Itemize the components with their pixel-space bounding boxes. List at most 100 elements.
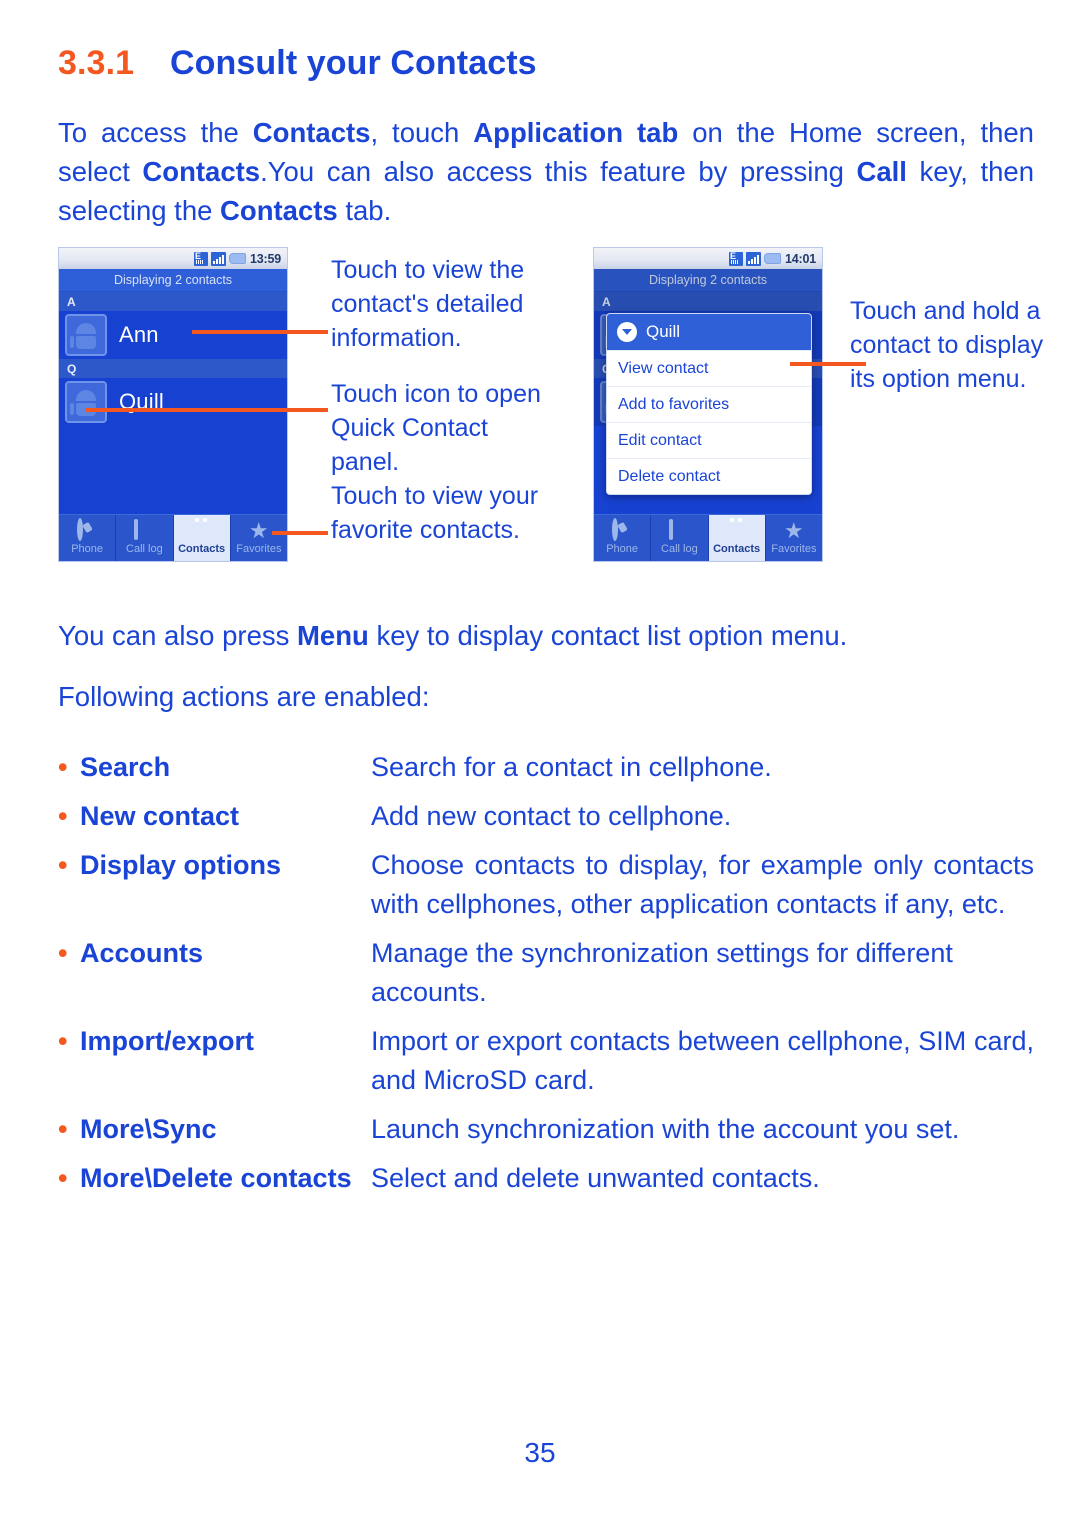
list-item: • More\Delete contacts Select and delete … (58, 1159, 1034, 1198)
action-description: Search for a contact in cellphone. (371, 752, 772, 782)
actions-list: • Search Search for a contact in cellphon… (58, 748, 1034, 1208)
callout-text-detail: Touch to view the contact's detailed inf… (331, 256, 525, 352)
tab-call-log[interactable]: Call log (116, 515, 174, 561)
phone-body: Displaying 2 contacts A Ann Q Quill Phon… (59, 269, 287, 561)
bullet-icon: • (58, 850, 68, 880)
tab-label: Phone (71, 543, 104, 555)
action-term: • New contact (58, 797, 371, 836)
intro-bold-contacts-1: Contacts (252, 117, 371, 148)
tab-label: Contacts (713, 543, 761, 555)
menu-para-bold: Menu (297, 620, 369, 651)
intro-text-4: .You can also access this feature by pre… (260, 156, 857, 187)
star-icon: ★ (248, 518, 269, 543)
menu-key-paragraph: You can also press Menu key to display c… (58, 616, 1034, 655)
status-icons (194, 251, 247, 266)
action-term: • Display options (58, 846, 371, 885)
menu-item-add-to-favorites[interactable]: Add to favorites (607, 386, 811, 422)
status-icons (729, 251, 782, 266)
intro-bold-contacts-2: Contacts (142, 156, 261, 187)
tab-contacts[interactable]: Contacts (173, 515, 231, 561)
action-term: • Import/export (58, 1022, 371, 1061)
status-bar: 14:01 (594, 248, 822, 269)
intro-text-6: tab. (337, 195, 392, 226)
bullet-icon: • (58, 801, 68, 831)
bullet-icon: • (58, 938, 68, 968)
action-description: Select and delete unwanted contacts. (371, 1163, 820, 1193)
action-description: Add new contact to cellphone. (371, 801, 732, 831)
contact-name: Ann (119, 322, 159, 347)
section-title: Consult your Contacts (170, 44, 537, 82)
menu-item-delete-contact[interactable]: Delete contact (607, 458, 811, 494)
option-menu-contact-name: Quill (646, 322, 681, 341)
battery-icon (229, 253, 247, 264)
tab-label: Favorites (771, 543, 817, 555)
tab-phone[interactable]: Phone (59, 515, 117, 561)
contact-option-menu: Quill View contact Add to favorites Edit… (606, 313, 812, 495)
contacts-count-title: Displaying 2 contacts (59, 269, 287, 292)
action-description: Choose contacts to display, for example … (371, 850, 1034, 919)
page-number: 35 (524, 1437, 556, 1468)
action-term: • More\Delete contacts (58, 1159, 371, 1198)
tab-label: Phone (606, 543, 639, 555)
page-title: 3.3.1 Consult your Contacts (58, 44, 537, 83)
tab-phone[interactable]: Phone (594, 515, 652, 561)
contact-list-item-quill[interactable]: Quill (59, 378, 287, 426)
contact-avatar-icon[interactable] (65, 314, 107, 356)
list-item: • New contact Add new contact to cellphon… (58, 797, 1034, 836)
tab-label: Contacts (178, 543, 226, 555)
action-term: • Accounts (58, 934, 371, 973)
phone-handset-icon (77, 518, 97, 541)
list-item: • Search Search for a contact in cellphon… (58, 748, 1034, 787)
phone-body: Displaying 2 contacts A Ann Q Quill Phon… (594, 269, 822, 561)
call-log-icon (134, 519, 154, 541)
tab-label: Favorites (236, 543, 282, 555)
phone-screenshot-option-menu: 14:01 Displaying 2 contacts A Ann Q Quil… (593, 247, 823, 562)
phone-screenshot-contact-list: 13:59 Displaying 2 contacts A Ann Q Quil… (58, 247, 288, 562)
bottom-tab-bar: Phone Call log Contacts ★ Favorites (59, 514, 287, 561)
status-clock: 13:59 (250, 251, 281, 266)
bullet-icon: • (58, 1026, 68, 1056)
quick-contact-chevron-icon[interactable] (617, 322, 637, 342)
bullet-icon: • (58, 1163, 68, 1193)
contacts-icon (192, 521, 212, 541)
menu-item-edit-contact[interactable]: Edit contact (607, 422, 811, 458)
tab-favorites[interactable]: ★ Favorites (766, 515, 822, 561)
star-icon: ★ (783, 518, 804, 543)
alpha-header-q: Q (59, 359, 287, 378)
signal-bars-icon (211, 251, 227, 266)
list-item: • Display options Choose contacts to disp… (58, 846, 1034, 924)
section-number: 3.3.1 (58, 44, 135, 82)
contact-list-empty-area (59, 426, 287, 514)
alpha-header-a: A (594, 292, 822, 311)
call-log-icon (669, 519, 689, 541)
intro-text-2: , touch (370, 117, 474, 148)
list-item: • Import/export Import or export contacts… (58, 1022, 1034, 1100)
callout-text-favorites: Touch to view your favorite contacts. (331, 482, 539, 544)
callout-line-detail (192, 330, 328, 334)
callout-line-quickcontact (85, 408, 328, 412)
bullet-icon: • (58, 1114, 68, 1144)
callout-text-quickcontact: Touch icon to open Quick Contact panel. (331, 380, 541, 476)
status-bar: 13:59 (59, 248, 287, 269)
edge-data-icon (194, 251, 209, 266)
contacts-count-title: Displaying 2 contacts (594, 269, 822, 292)
action-description: Launch synchronization with the account … (371, 1114, 960, 1144)
contact-avatar-icon[interactable] (65, 381, 107, 423)
intro-paragraph: To access the Contacts, touch Applicatio… (58, 113, 1034, 230)
intro-bold-contacts-3: Contacts (220, 195, 338, 226)
signal-bars-icon (746, 251, 762, 266)
bullet-icon: • (58, 752, 68, 782)
action-description: Import or export contacts between cellph… (371, 1026, 1034, 1095)
battery-icon (764, 253, 782, 264)
list-item: • More\Sync Launch synchronization with t… (58, 1110, 1034, 1149)
menu-item-view-contact[interactable]: View contact (607, 350, 811, 386)
tab-contacts[interactable]: Contacts (708, 515, 766, 561)
status-clock: 14:01 (785, 251, 816, 266)
tab-label: Call log (661, 543, 698, 555)
action-description: Manage the synchronization settings for … (371, 938, 953, 1007)
tab-call-log[interactable]: Call log (651, 515, 709, 561)
bottom-tab-bar: Phone Call log Contacts ★ Favorites (594, 514, 822, 561)
tab-favorites[interactable]: ★ Favorites (231, 515, 287, 561)
contact-list-item-ann[interactable]: Ann (59, 311, 287, 359)
phone-handset-icon (612, 518, 632, 541)
